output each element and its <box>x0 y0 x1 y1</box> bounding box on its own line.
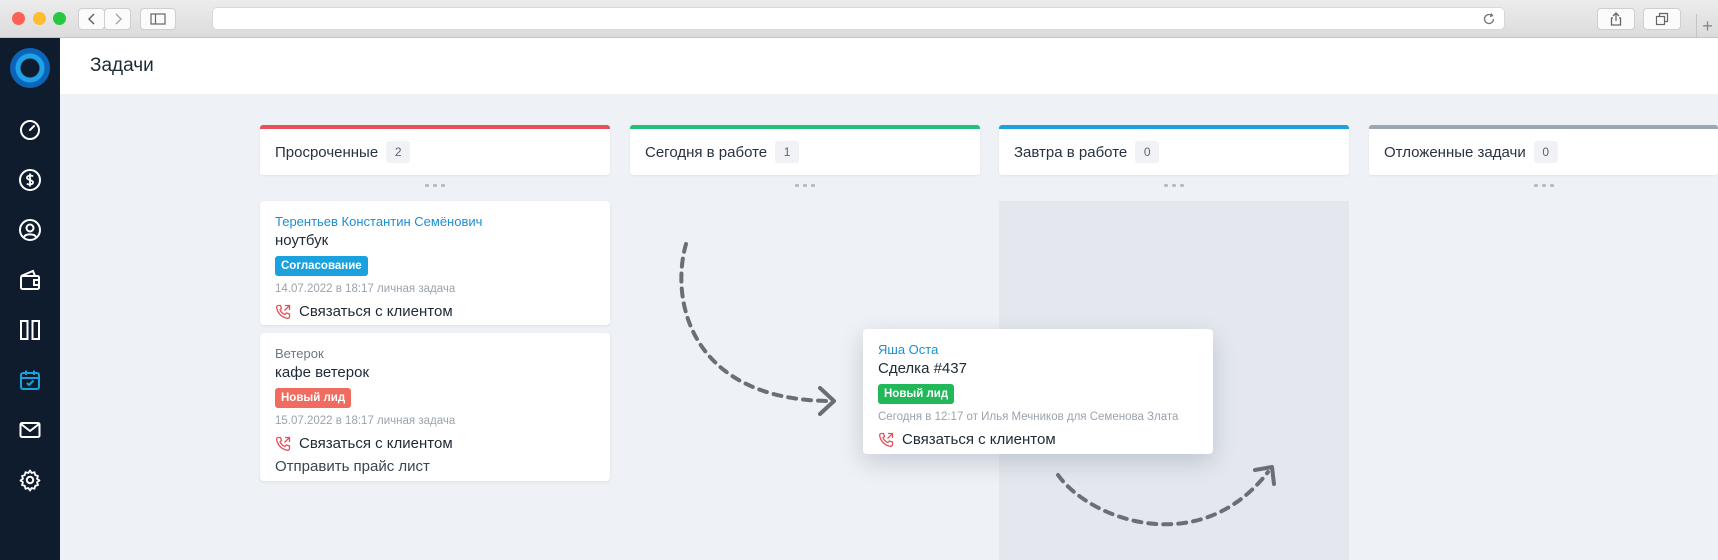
mail-icon <box>19 422 41 438</box>
user-icon <box>19 219 41 241</box>
minimize-window-button[interactable] <box>33 12 46 25</box>
sidebar-item-finance[interactable] <box>18 268 42 292</box>
column-more-handle[interactable] <box>1164 184 1184 188</box>
column-today[interactable]: Сегодня в работе 1 <box>630 125 980 175</box>
status-badge: Согласование <box>275 256 368 276</box>
card-action-label: Связаться с клиентом <box>299 435 453 452</box>
phone-outgoing-icon <box>276 436 291 451</box>
sidebar-item-contacts[interactable] <box>18 218 42 242</box>
card-client-link[interactable]: Терентьев Константин Семёнович <box>275 213 595 231</box>
wallet-icon <box>20 269 40 290</box>
column-more-handle[interactable] <box>795 184 815 188</box>
column-count: 0 <box>1533 141 1558 163</box>
columns-icon <box>20 320 40 340</box>
sidebar-item-tasks[interactable] <box>18 368 42 392</box>
column-title: Отложенные задачи <box>1384 143 1526 161</box>
card-meta: Сегодня в 12:17 от Илья Мечников для Сем… <box>878 411 1179 423</box>
sidebar <box>0 38 60 560</box>
chevron-right-icon <box>114 13 122 25</box>
chevron-left-icon <box>87 13 95 25</box>
back-button[interactable] <box>78 8 105 30</box>
share-button[interactable] <box>1597 8 1635 30</box>
sidebar-toggle-button[interactable] <box>140 8 176 30</box>
column-count: 0 <box>1135 141 1160 163</box>
reload-icon[interactable] <box>1482 12 1496 26</box>
status-badge: Новый лид <box>878 384 955 404</box>
column-overdue[interactable]: Просроченные 2 <box>260 125 610 175</box>
sidebar-item-dashboard[interactable] <box>18 118 42 142</box>
app-logo[interactable] <box>10 48 50 88</box>
close-window-button[interactable] <box>12 12 25 25</box>
card-deal-name: кафе ветерок <box>275 364 370 381</box>
dashboard-icon <box>20 120 40 140</box>
card-meta: 15.07.2022 в 18:17 личная задача <box>275 415 456 427</box>
column-title: Завтра в работе <box>1014 143 1128 161</box>
card-client-link[interactable]: Яша Оста <box>878 341 1198 359</box>
column-more-handle[interactable] <box>425 184 445 188</box>
task-card[interactable]: Терентьев Константин Семёнович ноутбук С… <box>260 201 610 325</box>
sidebar-item-boards[interactable] <box>18 318 42 342</box>
card-extra-task[interactable]: Отправить прайс лист <box>275 457 595 477</box>
column-title: Сегодня в работе <box>645 143 768 161</box>
card-client-name: Ветерок <box>275 346 324 361</box>
address-bar[interactable] <box>212 7 1505 30</box>
drag-arrow-path <box>679 242 832 403</box>
task-card[interactable]: Ветерок кафе ветерок Новый лид 15.07.202… <box>260 333 610 481</box>
dollar-icon <box>19 169 41 191</box>
column-postponed[interactable]: Отложенные задачи 0 <box>1369 125 1718 175</box>
new-tab-button[interactable]: + <box>1696 14 1718 38</box>
card-action[interactable]: Связаться с клиентом <box>275 434 595 454</box>
sidebar-icon <box>150 13 166 25</box>
column-count: 2 <box>386 141 411 163</box>
gear-icon <box>19 469 41 492</box>
column-count: 1 <box>775 141 800 163</box>
card-action[interactable]: Связаться с клиентом <box>275 302 595 322</box>
phone-outgoing-icon <box>276 304 291 319</box>
page-title: Задачи <box>90 55 154 76</box>
status-badge: Новый лид <box>275 388 352 408</box>
tabs-overview-button[interactable] <box>1643 8 1681 30</box>
card-meta: 14.07.2022 в 18:17 личная задача <box>275 283 456 295</box>
dragged-task-card[interactable]: Яша Оста Сделка #437 Новый лид Сегодня в… <box>863 329 1213 454</box>
card-deal-name: ноутбук <box>275 232 329 249</box>
page-header: Задачи <box>60 38 1718 94</box>
card-deal-name: Сделка #437 <box>878 360 967 377</box>
card-action-label: Связаться с клиентом <box>902 431 1056 448</box>
card-action[interactable]: Связаться с клиентом <box>878 430 1198 450</box>
phone-outgoing-icon <box>879 432 894 447</box>
column-more-handle[interactable] <box>1534 184 1554 188</box>
forward-button[interactable] <box>104 8 131 30</box>
browser-toolbar: + <box>0 0 1718 38</box>
share-icon <box>1610 12 1622 26</box>
column-title: Просроченные <box>275 143 379 161</box>
tabs-icon <box>1655 12 1669 26</box>
zoom-window-button[interactable] <box>53 12 66 25</box>
calendar-check-icon <box>20 370 40 390</box>
sidebar-item-mail[interactable] <box>18 418 42 442</box>
card-action-label: Связаться с клиентом <box>299 303 453 320</box>
drag-arrow-head <box>818 386 836 416</box>
sidebar-item-settings[interactable] <box>18 468 42 492</box>
sidebar-item-deals[interactable] <box>18 168 42 192</box>
column-tomorrow[interactable]: Завтра в работе 0 <box>999 125 1349 175</box>
